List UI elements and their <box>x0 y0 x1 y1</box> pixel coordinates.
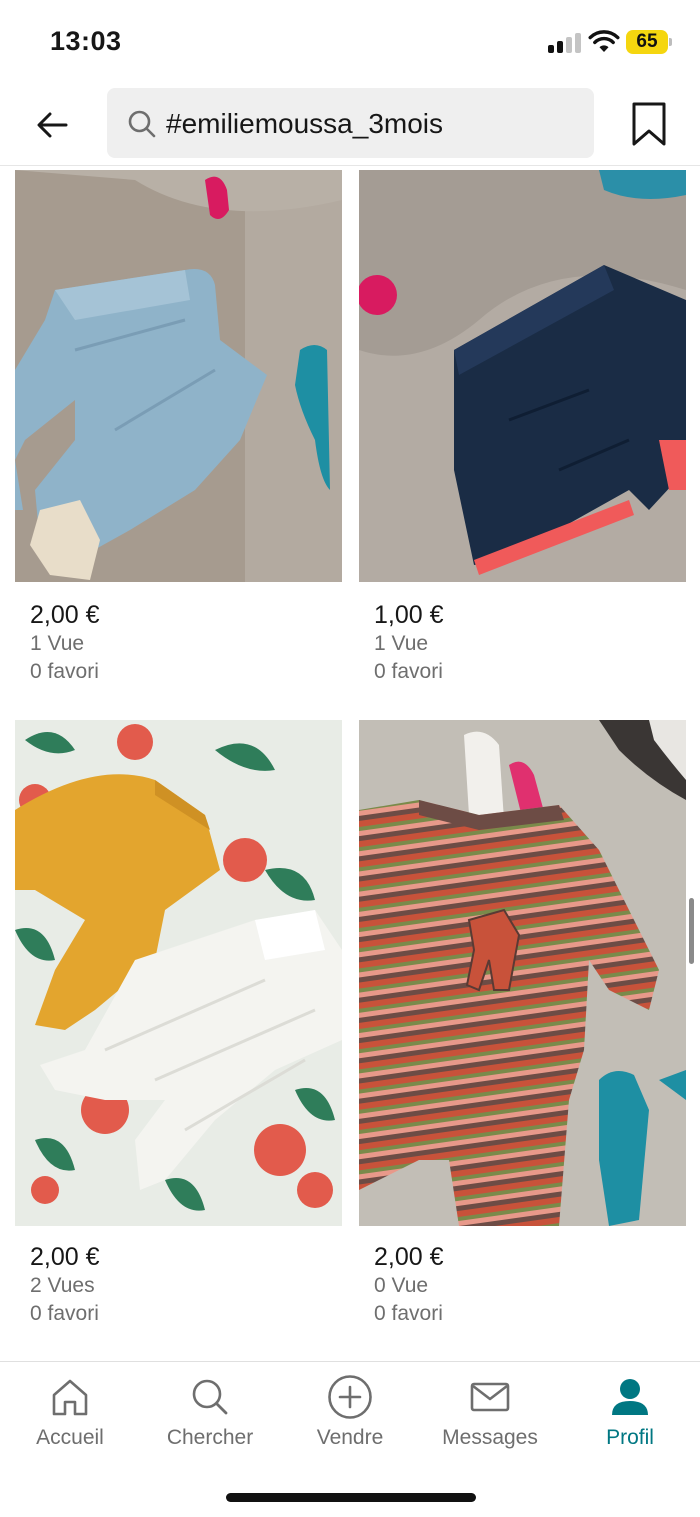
scroll-indicator[interactable] <box>689 898 694 964</box>
top-bar: #emiliemoussa_3mois <box>0 84 700 166</box>
tab-accueil[interactable]: Accueil <box>0 1362 140 1462</box>
status-bar: 13:03 65 <box>0 0 700 84</box>
product-price: 2,00 € <box>374 1243 444 1271</box>
product-price: 2,00 € <box>30 1243 100 1271</box>
status-time: 13:03 <box>50 26 122 56</box>
product-price: 1,00 € <box>374 601 444 629</box>
tab-label: Accueil <box>36 1426 104 1449</box>
tab-label: Chercher <box>166 1426 254 1449</box>
search-icon <box>128 110 156 138</box>
product-grid: 2,00 € 1 Vue 0 favori 1,00 € 1 Vue 0 fav… <box>0 166 700 1360</box>
product-card[interactable]: 2,00 € 2 Vues 0 favori <box>15 720 342 1340</box>
back-arrow-icon[interactable] <box>30 102 76 148</box>
search-input[interactable]: #emiliemoussa_3mois <box>107 88 594 158</box>
battery-icon: 65 <box>626 30 672 54</box>
product-views: 1 Vue <box>30 632 85 655</box>
product-photo[interactable] <box>15 170 342 582</box>
product-price: 2,00 € <box>30 601 100 629</box>
product-photo[interactable] <box>15 720 342 1226</box>
product-favorites: 0 favori <box>374 1302 443 1325</box>
home-icon <box>52 1379 88 1416</box>
product-favorites: 0 favori <box>30 1302 99 1325</box>
product-views: 0 Vue <box>374 1274 429 1297</box>
product-views: 1 Vue <box>374 632 429 655</box>
bookmark-icon[interactable] <box>630 101 668 147</box>
mail-icon <box>470 1382 510 1412</box>
battery-level: 65 <box>636 31 658 52</box>
signal-icon <box>548 33 582 53</box>
product-views: 2 Vues <box>30 1274 95 1297</box>
home-indicator[interactable] <box>226 1493 476 1502</box>
tab-messages[interactable]: Messages <box>420 1362 560 1462</box>
search-query: #emiliemoussa_3mois <box>166 108 444 139</box>
product-card[interactable]: 2,00 € 1 Vue 0 favori <box>15 170 342 690</box>
tab-label: Profil <box>606 1426 654 1449</box>
product-card[interactable]: 2,00 € 0 Vue 0 favori <box>359 720 686 1340</box>
tab-profil[interactable]: Profil <box>560 1362 700 1462</box>
product-favorites: 0 favori <box>30 660 99 683</box>
wifi-icon <box>588 30 620 52</box>
search-icon <box>192 1379 228 1415</box>
product-card[interactable]: 1,00 € 1 Vue 0 favori <box>359 170 686 690</box>
tab-chercher[interactable]: Chercher <box>140 1362 280 1462</box>
product-photo[interactable] <box>359 170 686 582</box>
bottom-tab-bar: Accueil Chercher Vendre Messages Profil <box>0 1361 700 1517</box>
product-favorites: 0 favori <box>374 660 443 683</box>
tab-label: Vendre <box>316 1426 384 1449</box>
product-photo[interactable] <box>359 720 686 1226</box>
plus-circle-icon <box>328 1375 372 1419</box>
tab-vendre[interactable]: Vendre <box>280 1362 420 1462</box>
tab-label: Messages <box>442 1426 538 1449</box>
profile-icon <box>612 1379 648 1415</box>
